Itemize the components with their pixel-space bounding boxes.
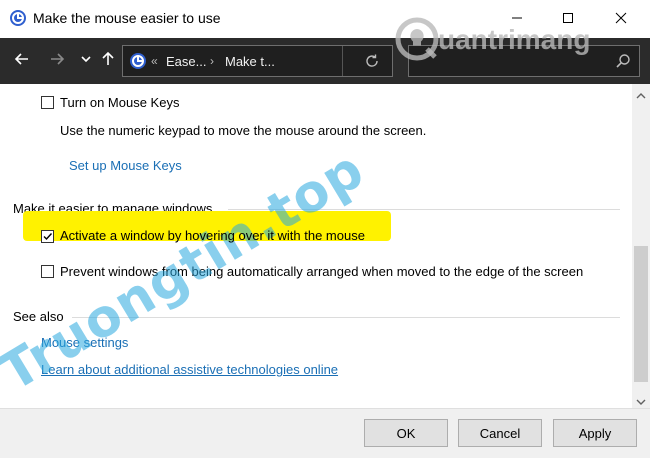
minimize-icon (511, 12, 523, 27)
see-also-heading: See also (13, 309, 64, 324)
activate-window-hover-label[interactable]: Activate a window by hovering over it wi… (60, 228, 365, 243)
ease-of-access-icon (129, 52, 147, 70)
apply-button[interactable]: Apply (553, 419, 637, 447)
ok-button[interactable]: OK (364, 419, 448, 447)
refresh-icon[interactable] (364, 53, 380, 72)
address-bar[interactable]: « Ease... › Make t... (122, 45, 393, 77)
title-bar: Make the mouse easier to use (0, 0, 650, 38)
search-input[interactable] (408, 45, 640, 77)
search-icon[interactable] (615, 53, 631, 72)
set-up-mouse-keys-link[interactable]: Set up Mouse Keys (69, 158, 182, 173)
chevron-down-icon (80, 53, 92, 68)
navigation-bar: « Ease... › Make t... uantrimang (0, 17, 650, 84)
main-content: Turn on Mouse Keys Use the numeric keypa… (0, 84, 632, 408)
mouse-keys-label[interactable]: Turn on Mouse Keys (60, 95, 179, 110)
arrow-right-icon (49, 51, 65, 70)
ease-of-access-icon (9, 9, 27, 27)
mouse-keys-description: Use the numeric keypad to move the mouse… (60, 123, 427, 138)
back-button[interactable] (10, 48, 34, 72)
assistive-technologies-link[interactable]: Learn about additional assistive technol… (41, 362, 338, 377)
section-divider (228, 209, 620, 210)
cancel-button[interactable]: Cancel (458, 419, 542, 447)
vertical-scrollbar[interactable] (632, 84, 650, 408)
prevent-arrange-checkbox[interactable] (41, 265, 54, 278)
breadcrumb-current[interactable]: Make t... (225, 54, 275, 69)
close-icon (615, 12, 627, 27)
window-title: Make the mouse easier to use (33, 10, 221, 26)
dialog-footer: OK Cancel Apply (0, 408, 650, 458)
forward-button[interactable] (45, 48, 69, 72)
mouse-keys-checkbox[interactable] (41, 96, 54, 109)
activate-window-hover-checkbox[interactable] (41, 230, 54, 243)
breadcrumb-overflow[interactable]: « (151, 54, 158, 68)
mouse-settings-link[interactable]: Mouse settings (41, 335, 128, 350)
breadcrumb-ease-of-access[interactable]: Ease... (166, 54, 206, 69)
checkmark-icon (43, 233, 53, 241)
up-button[interactable] (96, 48, 120, 72)
close-button[interactable] (598, 0, 644, 38)
maximize-icon (562, 12, 574, 27)
scroll-down-icon[interactable] (636, 394, 646, 409)
maximize-button[interactable] (545, 0, 591, 38)
scroll-up-icon[interactable] (636, 88, 646, 103)
section-divider (72, 317, 620, 318)
arrow-up-icon (100, 51, 116, 70)
address-divider (342, 46, 343, 76)
recent-locations-button[interactable] (74, 48, 98, 72)
arrow-left-icon (14, 51, 30, 70)
scrollbar-thumb[interactable] (634, 246, 648, 382)
minimize-button[interactable] (494, 0, 540, 38)
prevent-arrange-label[interactable]: Prevent windows from being automatically… (60, 264, 583, 279)
chevron-right-icon: › (210, 54, 214, 68)
